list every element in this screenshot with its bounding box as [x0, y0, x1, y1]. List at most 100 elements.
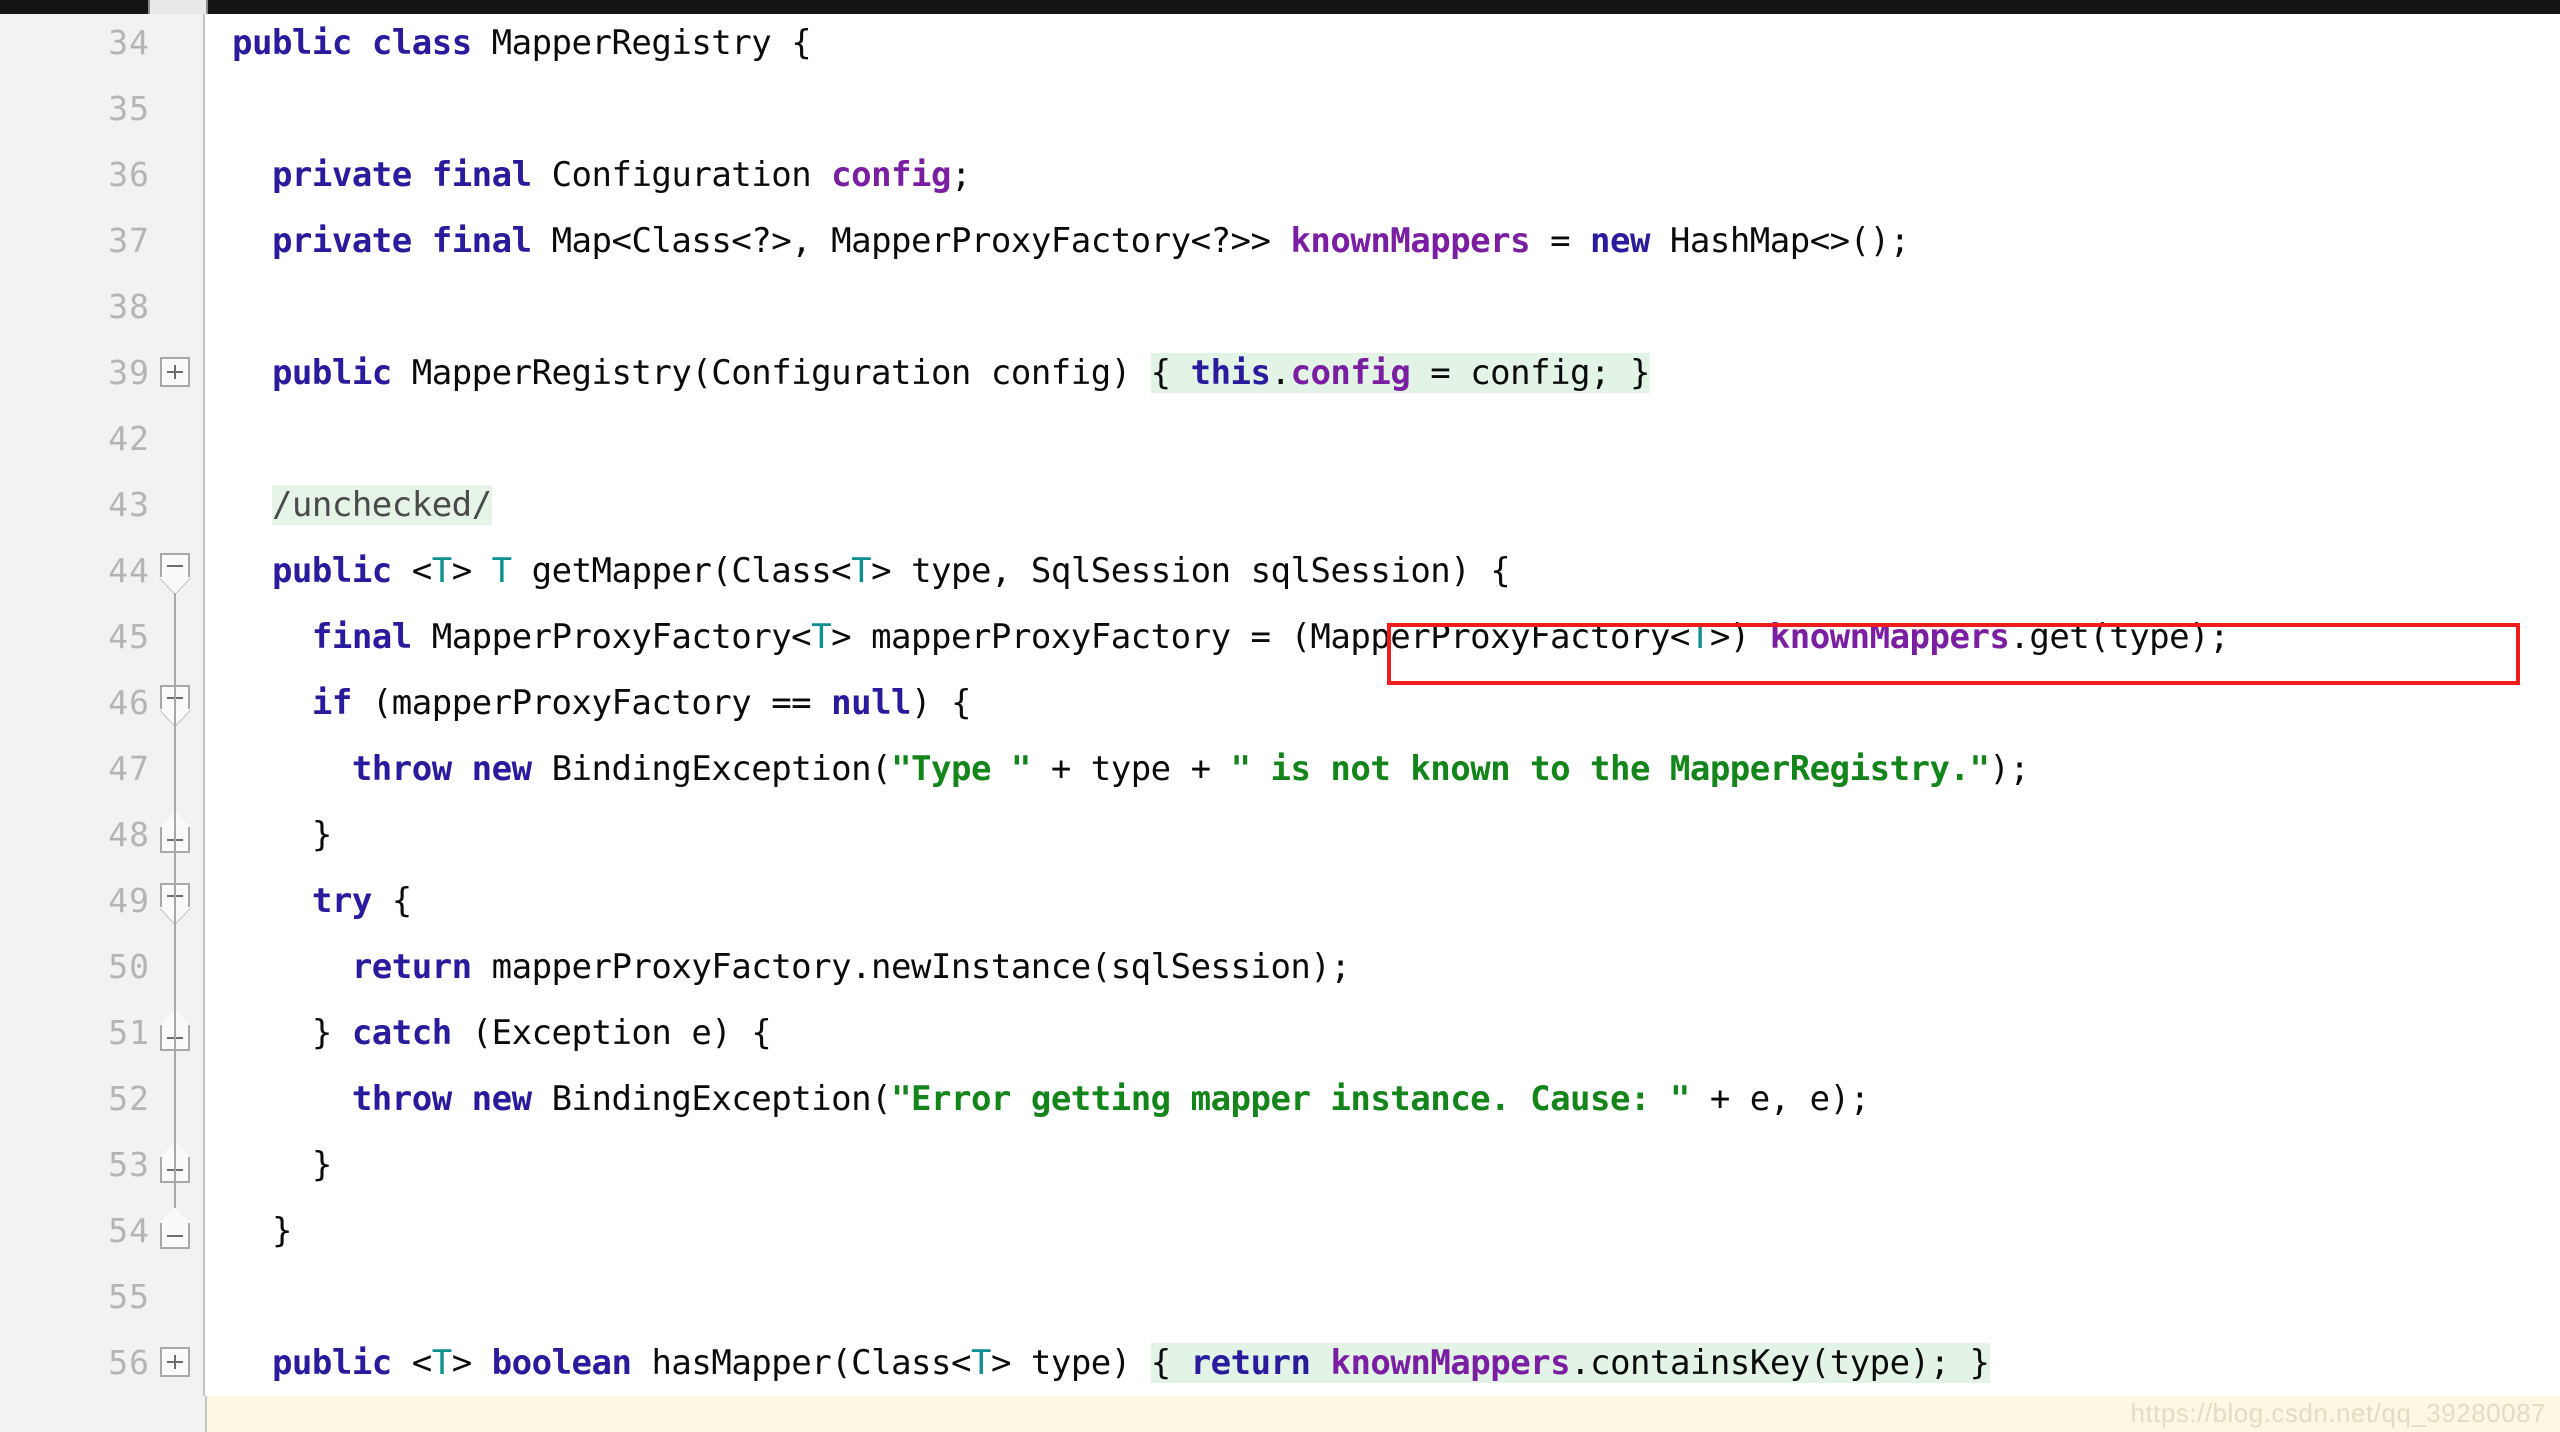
fold-collapse-end-icon[interactable] — [159, 1198, 194, 1264]
code-line-text[interactable]: } — [232, 802, 332, 868]
line-number: 56 — [108, 1343, 150, 1382]
code-token: > — [451, 551, 492, 591]
code-token: config — [831, 155, 951, 195]
code-line-text[interactable]: return mapperProxyFactory.newInstance(sq… — [232, 934, 1351, 1000]
code-line-text[interactable]: } — [232, 1132, 332, 1198]
code-line-text[interactable]: final MapperProxyFactory<T> mapperProxyF… — [232, 604, 2230, 670]
fold-region-line — [174, 923, 176, 1142]
code-token — [1310, 1343, 1331, 1383]
code-token: final — [311, 617, 412, 657]
bottom-gutter-strip — [0, 1396, 207, 1432]
line-number: 35 — [108, 89, 150, 128]
code-token: } — [1969, 1343, 1990, 1383]
code-line-row[interactable]: 38 — [0, 274, 2560, 340]
code-token: HashMap<>(); — [1649, 221, 1910, 261]
fold-collapse-end-icon[interactable] — [159, 1132, 194, 1198]
code-token: > — [451, 1343, 492, 1383]
code-line-row[interactable]: 52 throw new BindingException("Error get… — [0, 1066, 2560, 1132]
code-token: .containsKey(type); — [1570, 1343, 1970, 1383]
code-token: new — [1590, 221, 1650, 261]
fold-collapse-end-icon[interactable] — [159, 802, 194, 868]
code-line-text[interactable]: private final Map<Class<?>, MapperProxyF… — [232, 208, 1910, 274]
code-token: T — [1689, 617, 1710, 657]
line-number: 36 — [108, 155, 150, 194]
code-line-row[interactable]: 53 } — [0, 1132, 2560, 1198]
fold-collapse-end-icon[interactable] — [159, 1000, 194, 1066]
code-line-row[interactable]: 46 if (mapperProxyFactory == null) { — [0, 670, 2560, 736]
code-token: " is not known to the MapperRegistry." — [1230, 749, 1990, 789]
code-line-text[interactable]: public <T> T getMapper(Class<T> type, Sq… — [232, 538, 1511, 604]
code-line-text[interactable]: public class MapperRegistry { — [232, 10, 812, 76]
code-token: (Exception e) { — [451, 1013, 772, 1053]
code-token: BindingException( — [531, 749, 892, 789]
fold-collapse-start-icon[interactable] — [159, 868, 194, 934]
code-line-row[interactable]: 43 /unchecked/ — [0, 472, 2560, 538]
code-token: } — [232, 1211, 292, 1251]
code-line-row[interactable]: 36 private final Configuration config; — [0, 142, 2560, 208]
code-line-row[interactable]: 51 } catch (Exception e) { — [0, 1000, 2560, 1066]
code-token: hasMapper(Class< — [631, 1343, 971, 1383]
code-line-text[interactable]: if (mapperProxyFactory == null) { — [232, 670, 972, 736]
code-line-row[interactable]: 37 private final Map<Class<?>, MapperPro… — [0, 208, 2560, 274]
code-line-row[interactable]: 50 return mapperProxyFactory.newInstance… — [0, 934, 2560, 1000]
code-line-row[interactable]: 56 public <T> boolean hasMapper(Class<T>… — [0, 1330, 2560, 1396]
code-line-text[interactable]: /unchecked/ — [232, 472, 492, 538]
code-line-row[interactable]: 49 try { — [0, 868, 2560, 934]
code-token: T — [431, 1343, 452, 1383]
code-token: { — [1150, 1343, 1191, 1383]
code-line-row[interactable]: 44 public <T> T getMapper(Class<T> type,… — [0, 538, 2560, 604]
code-line-row[interactable]: 39 public MapperRegistry(Configuration c… — [0, 340, 2560, 406]
code-token: >) — [1709, 617, 1770, 657]
code-token: new — [471, 749, 532, 789]
line-number: 47 — [108, 749, 150, 788]
code-line-text[interactable]: } catch (Exception e) { — [232, 1000, 772, 1066]
code-token: knownMappers — [1769, 617, 2010, 657]
fold-collapse-start-icon[interactable] — [159, 670, 194, 736]
code-line-row[interactable]: 42 — [0, 406, 2560, 472]
fold-expand-icon[interactable] — [160, 340, 194, 406]
fold-collapse-start-icon[interactable] — [159, 538, 194, 604]
code-line-row[interactable]: 55 — [0, 1264, 2560, 1330]
code-token: ); — [1989, 749, 2030, 789]
code-line-text[interactable]: private final Configuration config; — [232, 142, 971, 208]
code-line-text[interactable]: throw new BindingException("Type " + typ… — [232, 736, 2030, 802]
code-token: < — [391, 551, 432, 591]
fold-expand-icon[interactable] — [160, 1330, 194, 1396]
code-token: T — [431, 551, 452, 591]
code-token: private — [271, 155, 412, 195]
code-line-row[interactable]: 34 public class MapperRegistry { — [0, 10, 2560, 76]
code-token: MapperProxyFactory< — [411, 617, 812, 657]
line-number: 37 — [108, 221, 150, 260]
line-number: 53 — [108, 1145, 150, 1184]
code-token: boolean — [491, 1343, 632, 1383]
code-token: ; — [950, 155, 971, 195]
code-line-row[interactable]: 47 throw new BindingException("Type " + … — [0, 736, 2560, 802]
code-token: MapperRegistry { — [471, 23, 812, 63]
code-token: T — [491, 551, 512, 591]
code-token: Configuration — [531, 155, 832, 195]
line-number: 39 — [108, 353, 150, 392]
code-token: } — [232, 815, 332, 855]
line-number: 38 — [108, 287, 150, 326]
code-line-row[interactable]: 35 — [0, 76, 2560, 142]
code-line-text[interactable]: public <T> boolean hasMapper(Class<T> ty… — [232, 1330, 1990, 1396]
code-token: MapperRegistry(Configuration config) — [391, 353, 1151, 393]
code-token: = config; — [1410, 353, 1630, 393]
line-number: 55 — [108, 1277, 150, 1316]
code-line-row[interactable]: 45 final MapperProxyFactory<T> mapperPro… — [0, 604, 2560, 670]
code-token: public — [271, 353, 392, 393]
code-line-text[interactable]: public MapperRegistry(Configuration conf… — [232, 340, 1650, 406]
code-line-text[interactable]: try { — [232, 868, 412, 934]
code-line-row[interactable]: 54 } — [0, 1198, 2560, 1264]
code-line-row[interactable]: 48 } — [0, 802, 2560, 868]
code-line-text[interactable]: throw new BindingException("Error gettin… — [232, 1066, 1870, 1132]
code-line-text[interactable]: } — [232, 1198, 292, 1264]
code-token: throw — [351, 749, 452, 789]
